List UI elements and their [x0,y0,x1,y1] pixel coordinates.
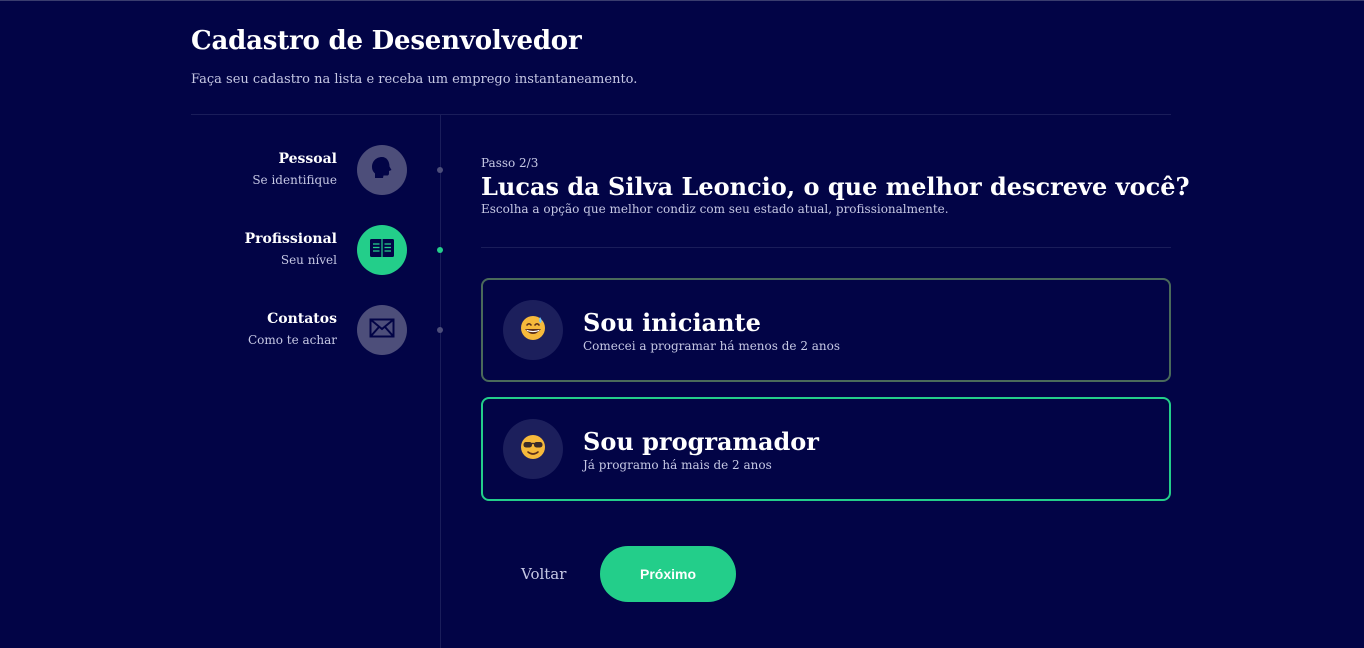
step-icon-circle [357,145,407,195]
grinning-sweat-emoji-icon [519,314,547,346]
next-button[interactable]: Próximo [600,546,736,602]
option-iniciante[interactable]: Sou iniciante Comecei a programar há men… [481,278,1171,382]
back-button[interactable]: Voltar [521,565,566,583]
option-title: Sou iniciante [583,308,761,337]
step-dot [437,167,443,173]
step-subtitle: Seu nível [280,253,337,267]
step-icon-circle [357,305,407,355]
header-divider [191,114,1171,115]
option-subtitle: Já programo há mais de 2 anos [583,458,772,472]
step-text: Profissional Seu nível [245,231,337,267]
step-title: Pessoal [278,151,337,167]
step-contatos[interactable]: Contatos Como te achar [191,305,443,357]
page-title: Cadastro de Desenvolvedor [191,26,582,56]
step-dot [437,327,443,333]
step-title: Contatos [267,311,337,327]
step-profissional[interactable]: Profissional Seu nível [191,225,443,277]
step-text: Contatos Como te achar [248,311,337,347]
step-subtitle: Se identifique [252,173,337,187]
head-icon [369,155,395,185]
book-icon [369,236,395,264]
page-subtitle: Faça seu cadastro na lista e receba um e… [191,72,638,87]
step-pessoal[interactable]: Pessoal Se identifique [191,145,443,197]
registration-container: Cadastro de Desenvolvedor Faça seu cadas… [191,0,1190,648]
sunglasses-emoji-icon [519,433,547,465]
step-text: Pessoal Se identifique [252,151,337,187]
option-icon-circle [503,300,563,360]
mail-icon [369,318,395,342]
question-subtitle: Escolha a opção que melhor condiz com se… [481,202,949,216]
step-icon-circle [357,225,407,275]
step-counter: Passo 2/3 [481,156,539,170]
step-title: Profissional [244,231,337,247]
option-icon-circle [503,419,563,479]
option-title: Sou programador [583,427,819,456]
option-programador[interactable]: Sou programador Já programo há mais de 2… [481,397,1171,501]
question-title: Lucas da Silva Leoncio, o que melhor des… [481,172,1190,201]
question-divider [481,247,1171,248]
option-subtitle: Comecei a programar há menos de 2 anos [583,339,841,353]
step-dot [437,247,443,253]
step-subtitle: Como te achar [247,333,337,347]
